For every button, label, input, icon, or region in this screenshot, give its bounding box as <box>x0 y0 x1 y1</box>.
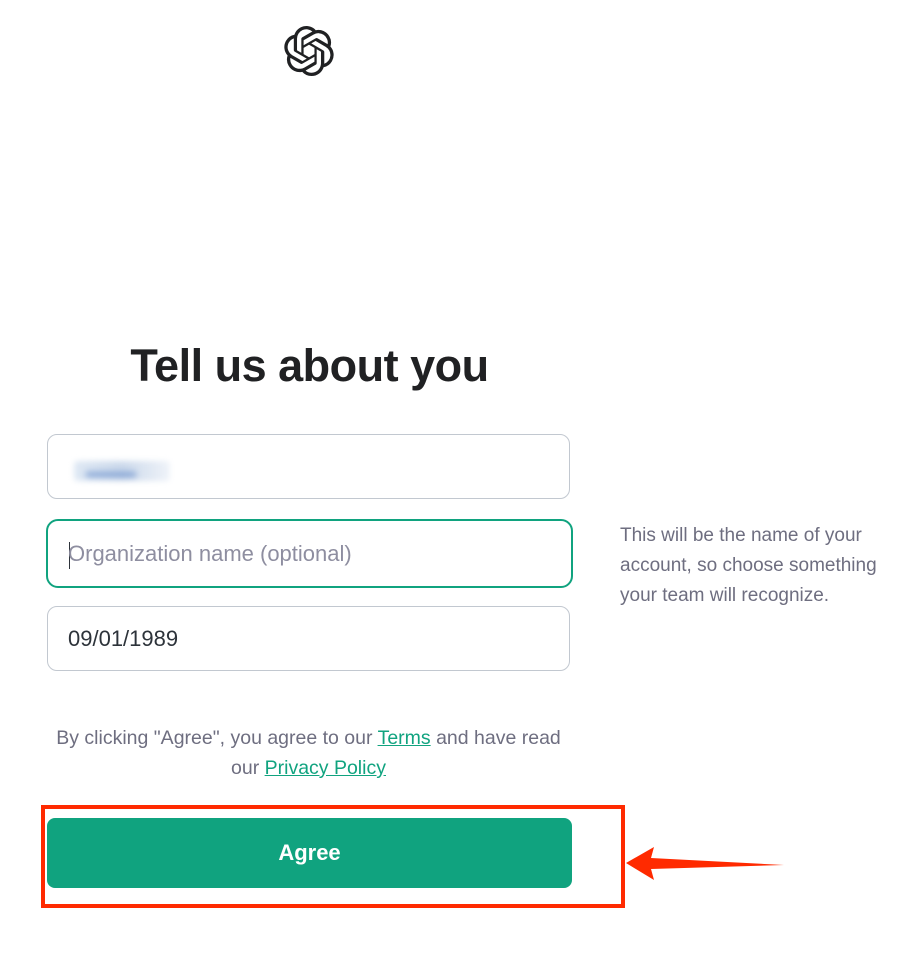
full-name-input[interactable] <box>68 435 549 498</box>
organization-field[interactable] <box>46 519 573 588</box>
agree-button[interactable]: Agree <box>47 818 572 888</box>
left-arrow-icon <box>624 843 786 883</box>
page-title: Tell us about you <box>130 340 489 391</box>
legal-prefix: By clicking "Agree", you agree to our <box>56 727 378 749</box>
openai-logo-icon <box>284 26 334 76</box>
privacy-policy-link[interactable]: Privacy Policy <box>265 757 386 779</box>
legal-notice: By clicking "Agree", you agree to our Te… <box>47 723 570 783</box>
organization-helper-text: This will be the name of your account, s… <box>620 525 877 606</box>
full-name-field[interactable] <box>47 434 570 499</box>
birthday-field[interactable] <box>47 606 570 671</box>
birthday-input[interactable] <box>68 607 549 670</box>
terms-link[interactable]: Terms <box>378 727 431 749</box>
organization-input[interactable] <box>68 521 551 586</box>
